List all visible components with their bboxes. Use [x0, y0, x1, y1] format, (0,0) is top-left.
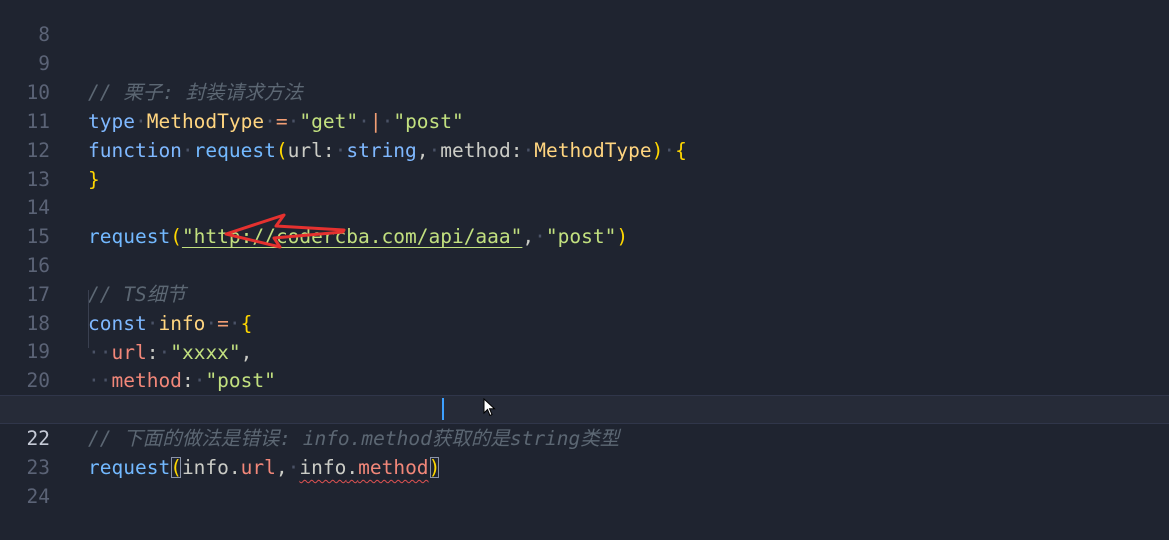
code-line[interactable]: 9 // 栗子: 封装请求方法	[0, 20, 1169, 104]
red-arrow-icon	[222, 206, 352, 256]
code-line[interactable]: 19 ··method:·"post"	[0, 308, 1169, 392]
code-line[interactable]: 20 }	[0, 337, 1169, 421]
code-line[interactable]: 24	[0, 453, 1169, 508]
code-editor[interactable]: 8 9 // 栗子: 封装请求方法 10 type·MethodType·=·"…	[0, 0, 1169, 508]
code-line[interactable]: 8	[0, 0, 1169, 46]
text-cursor	[442, 398, 444, 420]
code-line[interactable]: 18 ··url:·"xxxx",	[0, 280, 1169, 364]
code-line[interactable]: 21 // 下面的做法是错误: info.method获取的是string类型	[0, 366, 1169, 450]
code-line[interactable]: 11 function·request(url:·string,·method:…	[0, 78, 1169, 162]
indent-guide	[88, 290, 89, 348]
code-line[interactable]: 14 request("http://codercba.com/api/aaa"…	[0, 164, 1169, 248]
code-line[interactable]: 23	[0, 424, 1169, 479]
code-line[interactable]: 17 const·info·=·{	[0, 251, 1169, 335]
code-line[interactable]: 12 }	[0, 107, 1169, 191]
code-line-active[interactable]: 22 request(info.url,·info.method)	[0, 395, 1169, 479]
code-line[interactable]: 13	[0, 136, 1169, 191]
code-line[interactable]: 10 type·MethodType·=·"get"·|·"post"	[0, 49, 1169, 133]
code-line[interactable]: 15	[0, 193, 1169, 248]
mouse-pointer-icon	[483, 397, 497, 422]
code-line[interactable]: 16 // TS细节	[0, 222, 1169, 306]
line-number: 24	[26, 485, 50, 508]
